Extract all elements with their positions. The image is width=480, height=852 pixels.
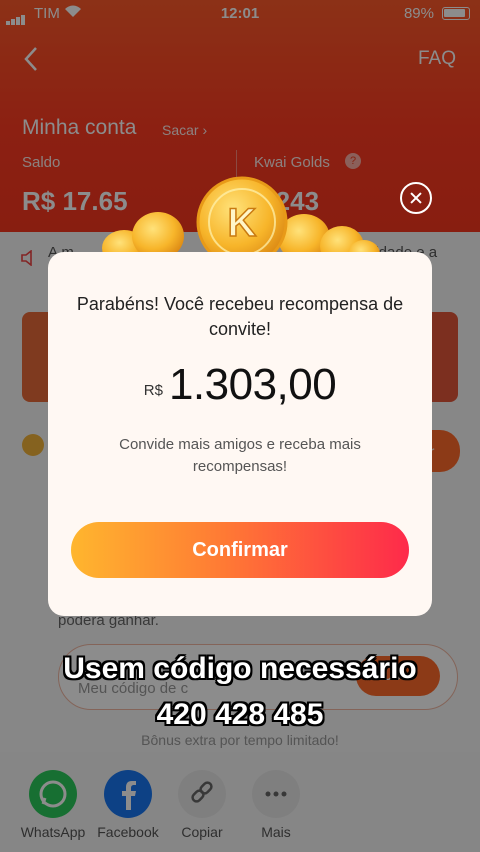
reward-amount: R$ 1.303,00 bbox=[48, 360, 432, 410]
dialog-subtitle: Convide mais amigos e receba mais recomp… bbox=[119, 436, 361, 475]
close-button[interactable] bbox=[400, 182, 432, 214]
dialog-title: Parabéns! Você recebeu recompensa de con… bbox=[76, 294, 404, 339]
confirm-button[interactable]: Confirmar bbox=[71, 522, 409, 578]
amount-value: 1.303,00 bbox=[168, 360, 337, 409]
reward-dialog: Parabéns! Você recebeu recompensa de con… bbox=[48, 252, 432, 616]
caption-line-2: 420 428 485 bbox=[156, 698, 324, 731]
currency-symbol: R$ bbox=[143, 382, 163, 399]
svg-text:K: K bbox=[228, 201, 257, 245]
caption-line-1: Usem código necessário bbox=[63, 652, 417, 685]
